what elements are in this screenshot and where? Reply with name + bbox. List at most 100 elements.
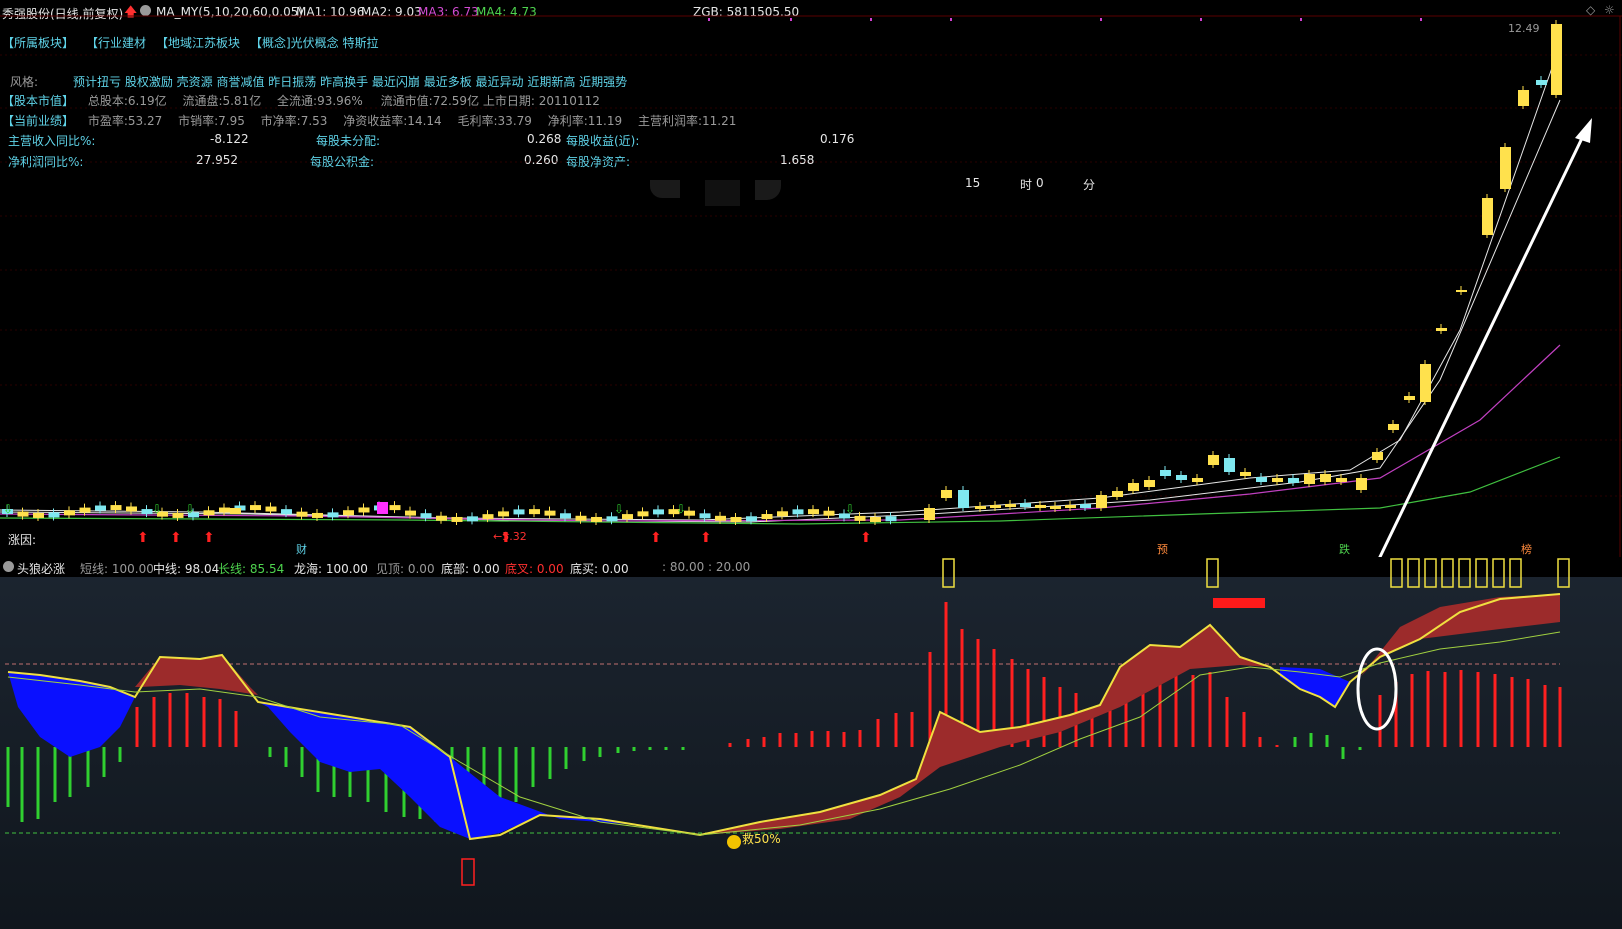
candle-body bbox=[575, 515, 587, 521]
red-up-arrow-icon: ⬆ bbox=[170, 530, 182, 546]
tag-yu[interactable]: 预 bbox=[1157, 541, 1168, 557]
highlight-circle bbox=[1356, 647, 1398, 731]
candle-body bbox=[1240, 472, 1251, 476]
candle-body bbox=[958, 490, 969, 508]
ma3-line bbox=[0, 344, 1561, 522]
wolf-indicator-chart[interactable] bbox=[0, 557, 1622, 929]
candle-body bbox=[467, 516, 478, 522]
candle-body bbox=[1336, 478, 1347, 482]
candle-body bbox=[1436, 328, 1447, 331]
red-up-arrow-icon: ⬆ bbox=[860, 530, 872, 546]
candle-body bbox=[281, 509, 292, 515]
signal-box bbox=[1407, 558, 1420, 588]
smile-face-icon bbox=[727, 835, 741, 849]
candle-body bbox=[141, 509, 153, 515]
green-down-arrow-icon: ⇩ bbox=[614, 502, 624, 516]
signal-box bbox=[1441, 558, 1454, 588]
red-up-arrow-icon: ⬆ bbox=[203, 530, 215, 546]
candle-body bbox=[79, 507, 91, 513]
candle-body bbox=[110, 505, 122, 511]
tag-die[interactable]: 跌 bbox=[1339, 541, 1350, 557]
candle-body bbox=[1288, 478, 1299, 483]
candle-body bbox=[1112, 491, 1123, 497]
candle-body bbox=[1272, 478, 1283, 482]
red-outline-marker bbox=[461, 858, 475, 886]
red-up-arrow-icon: ⬆ bbox=[700, 530, 712, 546]
price-grid bbox=[0, 54, 1622, 497]
candle-body bbox=[823, 510, 835, 516]
candle-body bbox=[606, 516, 618, 522]
blue-fill-area bbox=[8, 672, 135, 757]
candle-body bbox=[405, 510, 416, 516]
candle-body bbox=[730, 516, 742, 522]
red-up-arrow-icon: ⬆ bbox=[650, 530, 662, 546]
red-signal-block bbox=[1213, 598, 1265, 608]
signal-box bbox=[942, 558, 955, 588]
candle-body bbox=[219, 507, 230, 513]
signal-box bbox=[1492, 558, 1505, 588]
signal-box bbox=[1390, 558, 1403, 588]
candle-body bbox=[1551, 24, 1562, 95]
candle-body bbox=[1256, 477, 1267, 482]
tag-bang[interactable]: 榜 bbox=[1521, 541, 1532, 557]
candle-body bbox=[544, 510, 556, 516]
candle-body bbox=[1420, 364, 1431, 402]
candle-body bbox=[854, 515, 866, 521]
candle-body bbox=[1356, 478, 1367, 490]
candle-body bbox=[95, 505, 106, 511]
candle-body bbox=[560, 513, 571, 519]
candle-body bbox=[126, 506, 137, 512]
candle-body bbox=[1372, 452, 1383, 460]
indicator-panel[interactable]: 头狼必涨 短线: 100.00 中线: 98.04 长线: 85.54 龙海: … bbox=[0, 557, 1622, 929]
candle-body bbox=[885, 516, 897, 522]
candle-body bbox=[941, 490, 952, 498]
candle-body bbox=[792, 509, 804, 515]
candle-body bbox=[1456, 290, 1467, 292]
candle-body bbox=[637, 511, 649, 517]
green-down-arrow-icon: ⇩ bbox=[845, 502, 855, 516]
trend-arrow-head bbox=[1575, 118, 1592, 143]
candle-body bbox=[1388, 424, 1399, 430]
long-line bbox=[7, 631, 1561, 836]
candle-body bbox=[870, 516, 881, 522]
candle-body bbox=[1208, 455, 1219, 465]
candle-body bbox=[975, 506, 986, 509]
green-down-arrow-icon: ⇩ bbox=[676, 502, 686, 516]
signal-box bbox=[1475, 558, 1488, 588]
candle-body bbox=[1128, 483, 1139, 491]
red-fill-area bbox=[700, 625, 1270, 835]
signal-box bbox=[1509, 558, 1522, 588]
candle-body bbox=[1080, 504, 1091, 508]
candle-body bbox=[1304, 474, 1315, 484]
candle-body bbox=[1020, 503, 1031, 507]
candle-body bbox=[33, 512, 44, 518]
candle-body bbox=[1176, 475, 1187, 480]
candle-body bbox=[17, 511, 29, 517]
short-line bbox=[7, 593, 1561, 841]
green-down-arrow-icon: ⇩ bbox=[152, 502, 162, 516]
candle-body bbox=[591, 516, 602, 522]
trend-arrow-line bbox=[1378, 131, 1587, 557]
main-chart-panel[interactable]: 秀强股份(日线,前复权) 🡅 MA_MY(5,10,20,60,0.05) MA… bbox=[0, 0, 1622, 557]
low-price-label: ←5.32 bbox=[493, 530, 527, 543]
candle-body bbox=[1224, 458, 1235, 472]
candle-body bbox=[1050, 506, 1061, 509]
candle-body bbox=[1192, 478, 1203, 482]
candle-body bbox=[389, 505, 401, 511]
candle-body bbox=[327, 512, 339, 518]
candle-body bbox=[358, 507, 370, 513]
candle-body bbox=[1320, 474, 1331, 482]
top-markers bbox=[708, 18, 1422, 21]
candle-body bbox=[1160, 470, 1171, 476]
candle-body bbox=[48, 512, 60, 518]
candle-body bbox=[924, 508, 935, 520]
candle-body bbox=[343, 510, 354, 516]
candle-body bbox=[203, 510, 215, 516]
tag-cai[interactable]: 财 bbox=[296, 541, 307, 557]
candle-body bbox=[296, 511, 308, 517]
candle-body bbox=[746, 516, 757, 522]
candle-body bbox=[482, 514, 494, 520]
price-chart[interactable]: ⬆ ⬆ ⬆ ⬆ ⬆ ⬆⬆⇩ ⇩ ⇩ ⇩ ⇩ ⇩ bbox=[0, 0, 1622, 557]
rescue-annotation: 救50% bbox=[742, 832, 781, 846]
candle-body bbox=[653, 509, 664, 515]
